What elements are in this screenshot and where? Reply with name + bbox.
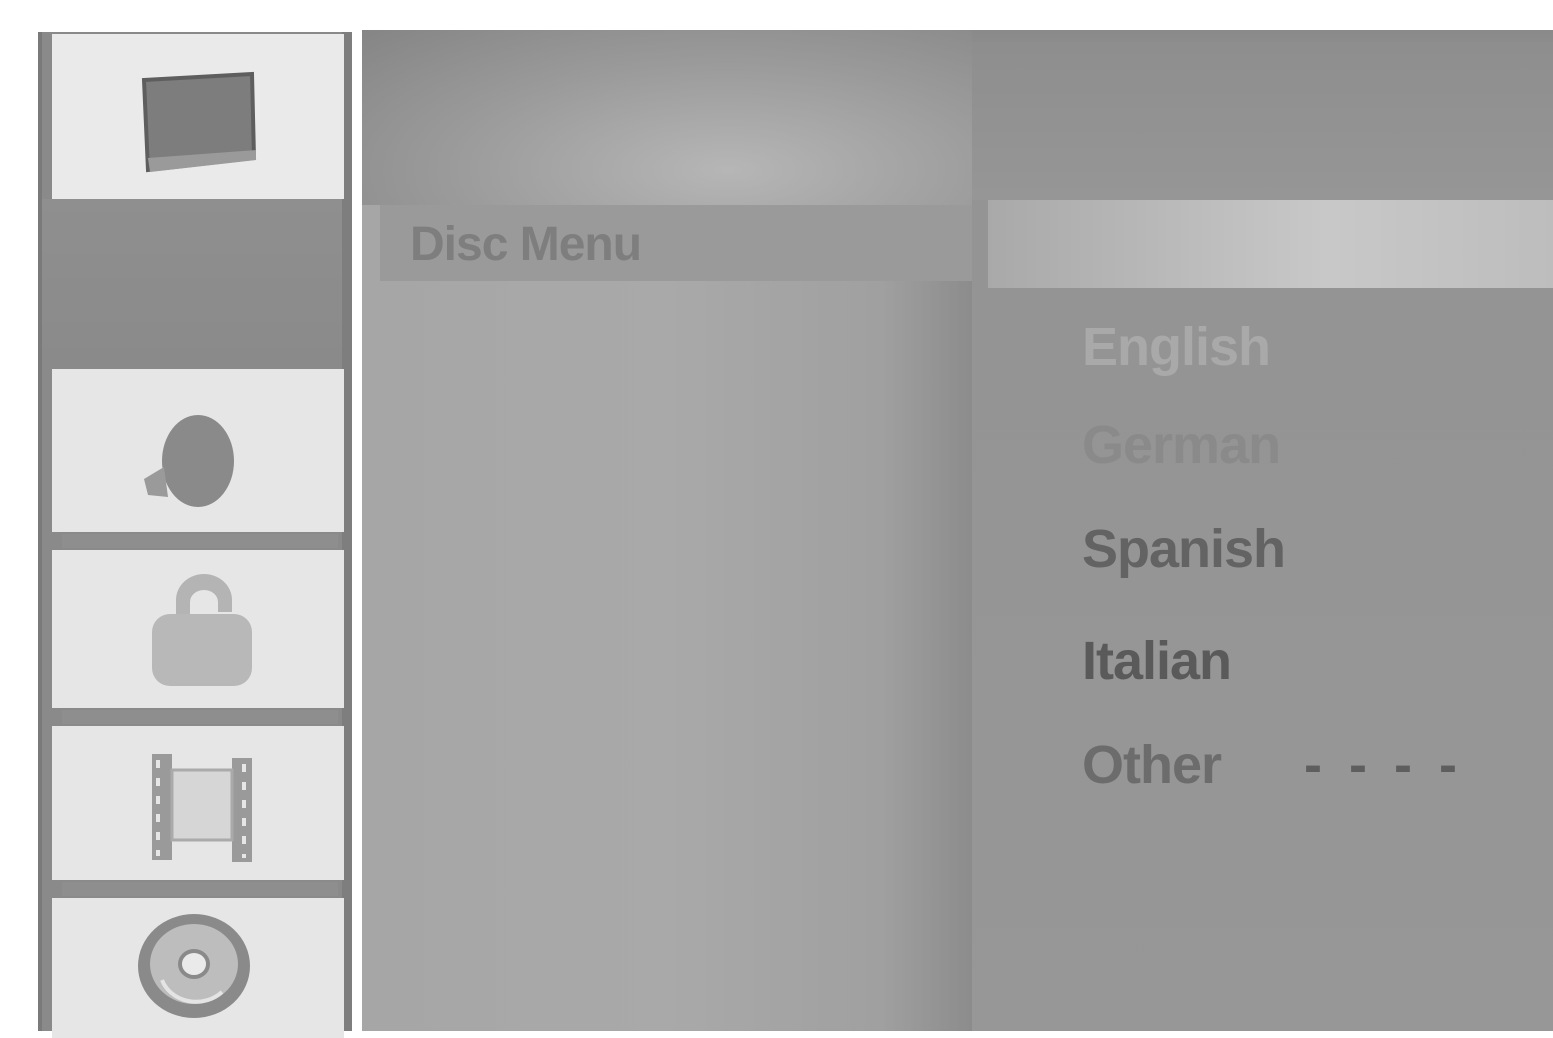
option-german[interactable]: German bbox=[1082, 414, 1281, 476]
language-options-pane: English German Spanish Italian Other - -… bbox=[972, 42, 1553, 1031]
sidebar-divider bbox=[62, 882, 338, 896]
menu-item-disc-menu-label: Disc Menu bbox=[410, 218, 642, 271]
sidebar-tile-disc[interactable] bbox=[52, 898, 344, 1038]
option-italian[interactable]: Italian bbox=[1082, 630, 1232, 692]
option-english[interactable]: English bbox=[1082, 316, 1271, 378]
option-other[interactable]: Other bbox=[1082, 734, 1222, 796]
panel-header-area bbox=[362, 30, 972, 205]
sidebar-tile-display[interactable] bbox=[52, 34, 344, 199]
film-strip-icon bbox=[152, 754, 252, 862]
disc-icon bbox=[138, 914, 250, 1018]
setup-category-sidebar bbox=[38, 32, 352, 1038]
options-header-area bbox=[972, 42, 1553, 200]
menu-list-pane bbox=[362, 205, 972, 1031]
option-highlight-bar[interactable] bbox=[988, 200, 1553, 288]
sidebar-divider bbox=[62, 710, 338, 724]
sidebar-tile-audio[interactable] bbox=[52, 369, 344, 532]
setup-menu-panel: Disc Menu English German Spanish Italian… bbox=[362, 30, 1553, 1031]
padlock-icon bbox=[152, 574, 252, 686]
sidebar-tile-film[interactable] bbox=[52, 726, 344, 880]
other-language-code-field[interactable]: - - - - bbox=[1304, 734, 1463, 796]
sidebar-tile-lock[interactable] bbox=[52, 550, 344, 708]
tv-screen-icon bbox=[141, 71, 257, 173]
option-spanish[interactable]: Spanish bbox=[1082, 518, 1286, 580]
audio-speaker-icon bbox=[144, 415, 234, 507]
sidebar-active-band bbox=[42, 199, 342, 369]
sidebar-divider bbox=[62, 534, 338, 548]
